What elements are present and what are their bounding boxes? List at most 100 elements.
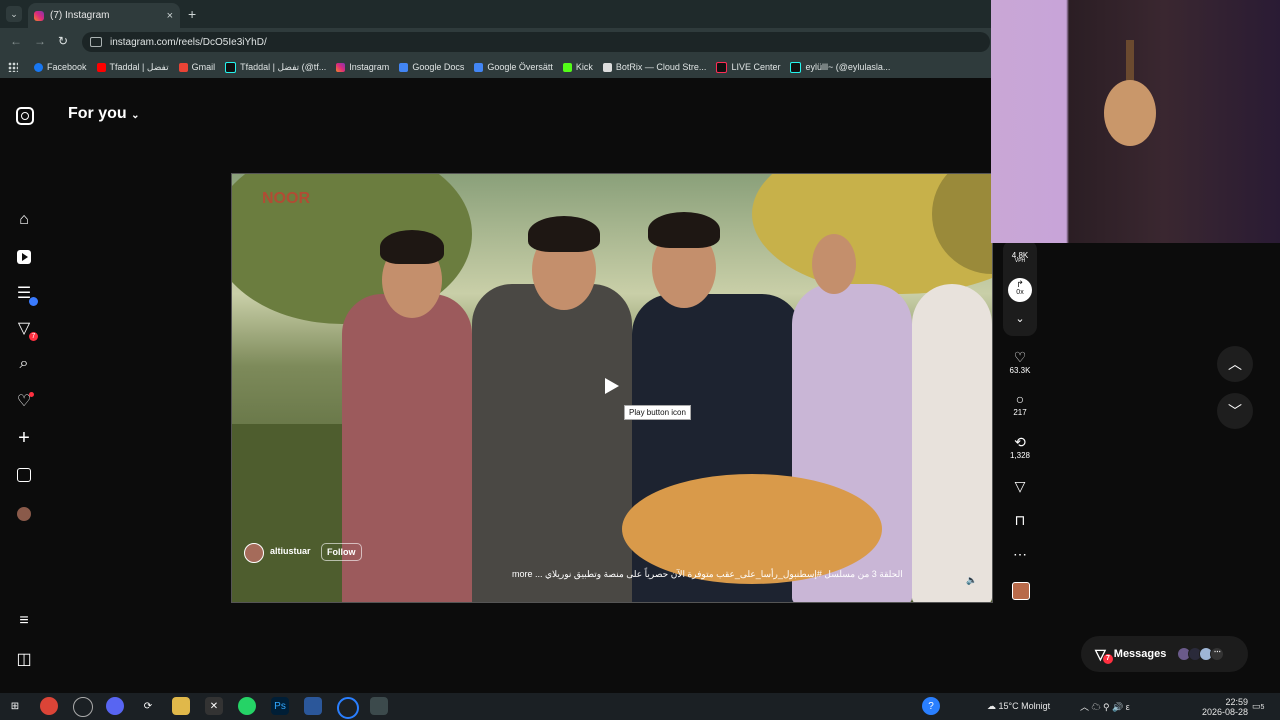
app-icon[interactable] [304,697,322,715]
back-icon[interactable]: ← [10,34,22,48]
tab-instagram[interactable]: (7) Instagram × [28,3,180,28]
also-from-meta-icon[interactable]: ◫ [14,649,34,669]
notification-center-icon[interactable]: ▭5 [1252,701,1264,712]
feeds-icon[interactable]: ☰ [14,283,38,306]
more-options-button[interactable]: ⋯ [1006,545,1034,563]
address-bar[interactable]: instagram.com/reels/DcO5Ie3iYhD/ [82,32,990,52]
clock-date: 2026-08-28 [1202,707,1249,717]
address-url: instagram.com/reels/DcO5Ie3iYhD/ [110,36,267,48]
author-name[interactable]: altiustuar [270,546,311,556]
tiktok-icon [790,61,802,73]
botrix-icon [602,62,612,72]
more-icon: ⋯ [1210,647,1225,661]
reel-caption[interactable]: more ... الحلقة 3 من مسلسل #إسطنبول_رأسا… [512,569,903,580]
chrome-active-icon[interactable] [370,697,388,715]
create-plus-icon[interactable]: + [14,427,34,449]
send-icon: ▽ [1014,478,1026,494]
app-icon[interactable] [337,697,359,719]
discord-icon[interactable] [106,697,124,715]
search-icon[interactable]: ⌕ [14,354,34,374]
share-button[interactable]: ▽ [1006,477,1034,495]
chevron-down-icon[interactable]: ⌄ [1006,310,1034,328]
comment-button[interactable]: ○ 217 [1006,390,1034,417]
like-button[interactable]: ♡ 63.3K [1006,348,1034,375]
kick-icon [562,62,572,72]
home-icon[interactable]: ⌂ [14,210,34,230]
bookmark-item[interactable]: Tfaddal | تفضل [96,62,169,73]
tab-search-button[interactable]: ⌄ [6,6,22,22]
tab-title: (7) Instagram [50,10,110,21]
noor-watermark: NOOR [262,190,310,207]
instagram-logo-icon[interactable] [16,107,34,125]
file-explorer-icon[interactable] [172,697,190,715]
windows-start-icon[interactable]: ⊞ [6,697,24,715]
system-tray-icons[interactable]: ︿ ☁ ⚲ 🔊 ε [1080,700,1130,713]
tiktok-icon [716,61,728,73]
bookmark-item[interactable]: eylülll~ (@eylulasla... [790,61,890,73]
new-tab-button[interactable]: + [188,6,196,22]
bookmark-item[interactable]: Gmail [178,62,215,72]
play-button-icon[interactable] [605,378,619,394]
messages-label: Messages [1113,648,1167,660]
bookmark-item[interactable]: Google Docs [399,62,464,72]
clock[interactable]: 22:59 2026-08-28 [1202,697,1248,717]
speed-button[interactable]: ↱ 0x [1006,278,1034,302]
profile-avatar[interactable] [14,504,34,524]
message-avatars: ⋯ [1177,647,1225,661]
chrome-icon[interactable] [40,697,58,715]
reels-icon[interactable] [14,247,34,267]
repost-icon: ⟲ [1014,434,1026,450]
help-icon[interactable]: ? [922,697,940,715]
bookmark-item[interactable]: Tfaddal | تفضل (@tf... [225,61,326,73]
facebook-icon [34,62,43,72]
chevron-down-icon: ⌄ [131,110,140,121]
audio-thumbnail[interactable] [1012,582,1030,600]
tab-close-icon[interactable]: × [167,10,173,22]
messages-button[interactable]: ▽ 7 Messages ⋯ [1081,636,1248,672]
obs-icon[interactable] [73,697,93,717]
next-reel-button[interactable]: ﹀ [1217,393,1253,429]
direct-messages-icon[interactable]: ▽ 7 [14,318,38,341]
bookmark-item[interactable]: LIVE Center [716,61,780,73]
more-menu-icon[interactable]: ≡ [14,611,34,631]
site-info-icon[interactable] [90,37,102,47]
instagram-favicon-icon [34,10,44,21]
heart-icon: ♡ [1013,349,1027,365]
bookmark-item[interactable]: BotRix — Cloud Stre... [602,62,706,72]
app-icon[interactable]: ⟳ [139,697,157,715]
save-button[interactable]: ⊓ [1006,511,1034,529]
messages-badge: 7 [1103,653,1113,664]
bookmark-item[interactable]: Kick [562,62,593,72]
repost-button[interactable]: ⟲ 1,328 [1006,433,1034,460]
reload-icon[interactable]: ↻ [58,34,68,48]
apps-grid-icon[interactable] [8,62,18,72]
mute-icon[interactable]: 🔈 [966,575,977,586]
chevron-up-icon: ︿ [1228,356,1242,372]
messages-icon: ▽ 7 [1095,646,1113,664]
insights-icon[interactable] [14,465,34,485]
whatsapp-icon[interactable] [238,697,256,715]
app-icon[interactable]: ✕ [205,697,223,715]
author-avatar[interactable] [244,543,264,563]
follow-button[interactable]: Follow [321,543,362,561]
more-horizontal-icon: ⋯ [1013,546,1027,562]
forward-icon[interactable]: → [34,34,46,48]
bookmark-icon: ⊓ [1014,512,1026,528]
weather-widget[interactable]: ☁ 15°C Molnigt [987,701,1050,712]
clock-time: 22:59 [1225,697,1249,707]
photoshop-icon[interactable]: Ps [271,697,289,715]
bookmark-item[interactable]: Instagram [336,62,389,72]
notifications-heart-icon[interactable]: ♡ [14,391,34,411]
comment-icon: ○ [1015,391,1025,407]
reel-video[interactable]: NOOR Play button icon altiustuar Follow … [231,173,993,603]
bookmark-item[interactable]: Google Översätt [474,62,553,72]
youtube-icon [96,62,106,72]
cloud-icon: ☁ [987,701,996,711]
play-tooltip: Play button icon [624,405,691,420]
chevron-down-icon: ﹀ [1228,403,1242,419]
feed-selector[interactable]: For you ⌄ [68,105,140,123]
google-translate-icon [474,62,484,72]
previous-reel-button[interactable]: ︿ [1217,346,1253,382]
notifications-badge: 7 [29,332,38,341]
bookmark-item[interactable]: Facebook [34,62,87,72]
